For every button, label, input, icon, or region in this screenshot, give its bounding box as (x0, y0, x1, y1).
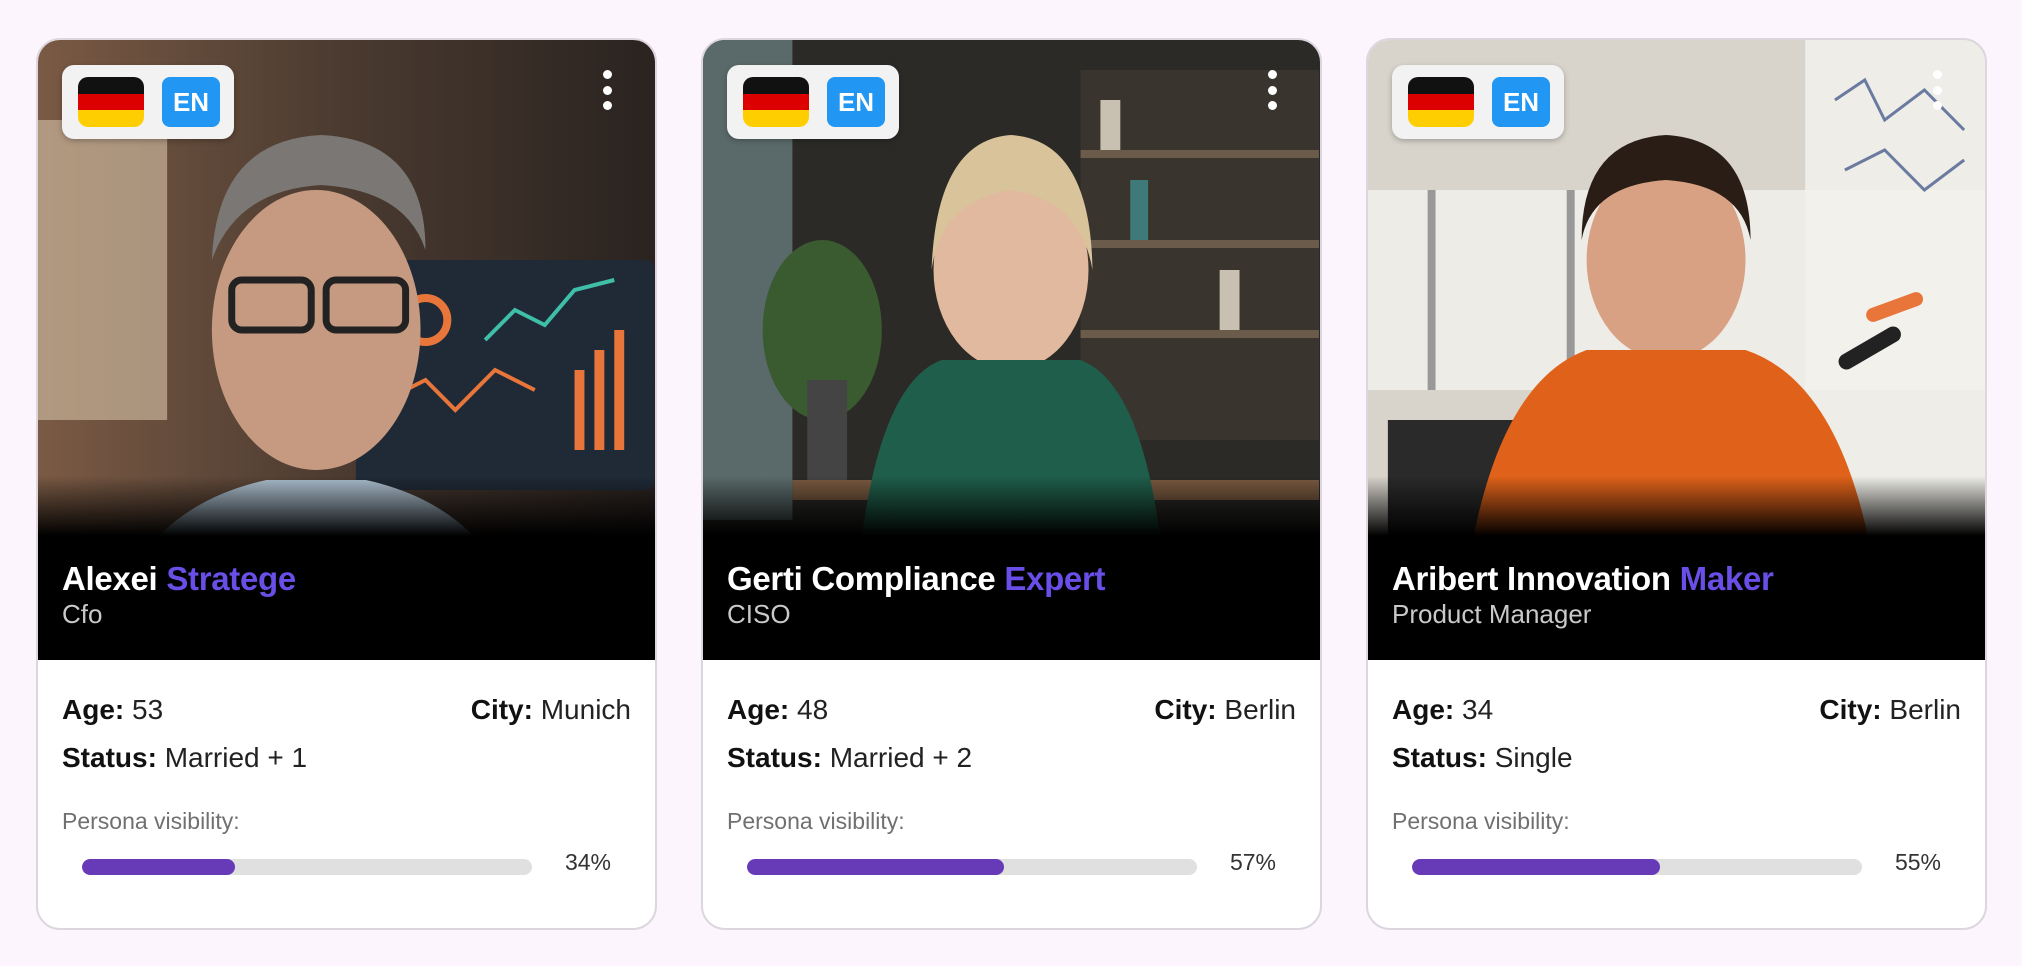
persona-name: Alexei Stratege (62, 560, 296, 598)
germany-flag-icon (78, 77, 144, 127)
city-value: Munich (540, 694, 631, 725)
progress-fill (1412, 859, 1660, 875)
language-badge[interactable]: EN (827, 77, 885, 127)
city-field: City: Berlin (1819, 694, 1961, 725)
visibility-percent: 57% (1229, 849, 1276, 875)
visibility-label: Persona visibility: (62, 808, 240, 834)
status-value: Married + 2 (829, 742, 973, 773)
persona-card[interactable]: Aribert Innovation Maker Product Manager… (1366, 38, 1987, 930)
persona-role: Cfo (62, 599, 103, 629)
city-field: City: Munich (470, 694, 631, 725)
persona-details: Age: 34 City: Berlin Status: Single Pers… (1368, 660, 1985, 885)
progress-fill (82, 859, 235, 875)
status-value: Single (1494, 742, 1573, 773)
persona-card-list: Alexei Stratege Cfo EN Age: 53 City: Mun… (36, 38, 1987, 930)
visibility-label: Persona visibility: (727, 808, 905, 834)
age-field: Age: 53 (62, 694, 164, 725)
age-value: 34 (1462, 694, 1494, 725)
persona-header: Alexei Stratege Cfo (38, 536, 655, 660)
progress-track (747, 859, 1197, 875)
status-value: Married + 1 (164, 742, 308, 773)
persona-last-name: Stratege (166, 560, 296, 597)
visibility-progress: 57% (727, 845, 1296, 885)
status-field: Status: Married + 2 (727, 742, 973, 773)
progress-track (82, 859, 532, 875)
language-badges: EN (1392, 65, 1564, 139)
status-field: Status: Married + 1 (62, 742, 308, 773)
city-value: Berlin (1224, 694, 1296, 725)
language-badges: EN (727, 65, 899, 139)
city-value: Berlin (1889, 694, 1961, 725)
persona-photo: Gerti Compliance Expert CISO EN (703, 40, 1320, 660)
persona-last-name: Maker (1679, 560, 1774, 597)
progress-fill (747, 859, 1004, 875)
more-vert-icon[interactable] (599, 70, 615, 110)
persona-card[interactable]: Gerti Compliance Expert CISO EN Age: 48 (701, 38, 1322, 930)
persona-first-name: Alexei (62, 560, 158, 597)
germany-flag-icon (1408, 77, 1474, 127)
persona-role: Product Manager (1392, 599, 1592, 629)
persona-header: Aribert Innovation Maker Product Manager (1368, 536, 1985, 660)
visibility-label: Persona visibility: (1392, 808, 1570, 834)
more-vert-icon[interactable] (1264, 70, 1280, 110)
language-badge[interactable]: EN (162, 77, 220, 127)
persona-photo: Aribert Innovation Maker Product Manager… (1368, 40, 1985, 660)
language-badge[interactable]: EN (1492, 77, 1550, 127)
persona-details: Age: 48 City: Berlin Status: Married + 2… (703, 660, 1320, 885)
progress-track (1412, 859, 1862, 875)
germany-flag-icon (743, 77, 809, 127)
persona-photo: Alexei Stratege Cfo EN (38, 40, 655, 660)
age-field: Age: 48 (727, 694, 829, 725)
persona-details: Age: 53 City: Munich Status: Married + 1… (38, 660, 655, 885)
city-field: City: Berlin (1154, 694, 1296, 725)
age-value: 53 (132, 694, 164, 725)
persona-header: Gerti Compliance Expert CISO (703, 536, 1320, 660)
persona-card[interactable]: Alexei Stratege Cfo EN Age: 53 City: Mun… (36, 38, 657, 930)
visibility-percent: 34% (564, 849, 611, 875)
persona-last-name: Expert (1004, 560, 1106, 597)
age-field: Age: 34 (1392, 694, 1494, 725)
language-badges: EN (62, 65, 234, 139)
age-value: 48 (797, 694, 829, 725)
persona-name: Aribert Innovation Maker (1392, 560, 1774, 598)
status-field: Status: Single (1392, 742, 1573, 773)
more-vert-icon[interactable] (1929, 70, 1945, 110)
persona-first-name: Gerti Compliance (727, 560, 996, 597)
persona-name: Gerti Compliance Expert (727, 560, 1106, 598)
visibility-progress: 34% (62, 845, 631, 885)
visibility-progress: 55% (1392, 845, 1961, 885)
persona-first-name: Aribert Innovation (1392, 560, 1671, 597)
persona-role: CISO (727, 599, 791, 629)
visibility-percent: 55% (1894, 849, 1941, 875)
